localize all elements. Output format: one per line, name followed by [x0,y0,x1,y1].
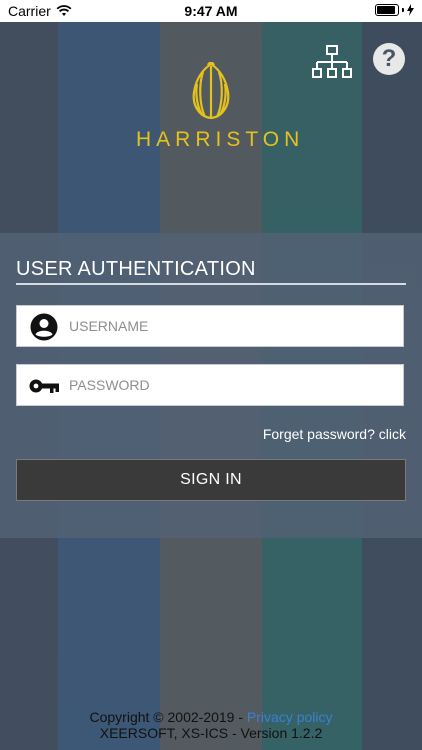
login-panel: USER AUTHENTICATION Forget password? cli… [0,233,422,538]
password-input[interactable] [69,365,389,405]
sign-in-button[interactable]: SIGN IN [16,459,406,501]
password-field[interactable] [16,364,404,406]
panel-title: USER AUTHENTICATION [16,258,256,280]
network-hierarchy-icon[interactable] [312,45,352,81]
title-divider [16,283,406,285]
copyright-text: Copyright © 2002-2019 - [89,709,247,725]
version-text: XEERSOFT, XS-ICS - Version 1.2.2 [99,725,323,741]
privacy-policy-link[interactable]: Privacy policy [247,709,333,725]
charging-icon [407,4,414,16]
help-icon[interactable]: ? [373,43,405,75]
key-icon [29,379,59,393]
username-field[interactable] [16,305,404,347]
battery-icon [375,4,399,16]
clock: 9:47 AM [184,3,238,19]
user-icon [30,313,58,341]
brand-wordmark: HARRISTON [136,128,305,151]
battery-indicator [375,4,414,16]
status-bar: Carrier 9:47 AM [0,0,422,22]
copyright-line: Copyright © 2002-2019 - Privacy policy [0,709,422,725]
forgot-password-link[interactable]: Forget password? click [263,426,406,442]
username-input[interactable] [69,306,389,346]
footer: Copyright © 2002-2019 - Privacy policy X… [0,709,422,741]
